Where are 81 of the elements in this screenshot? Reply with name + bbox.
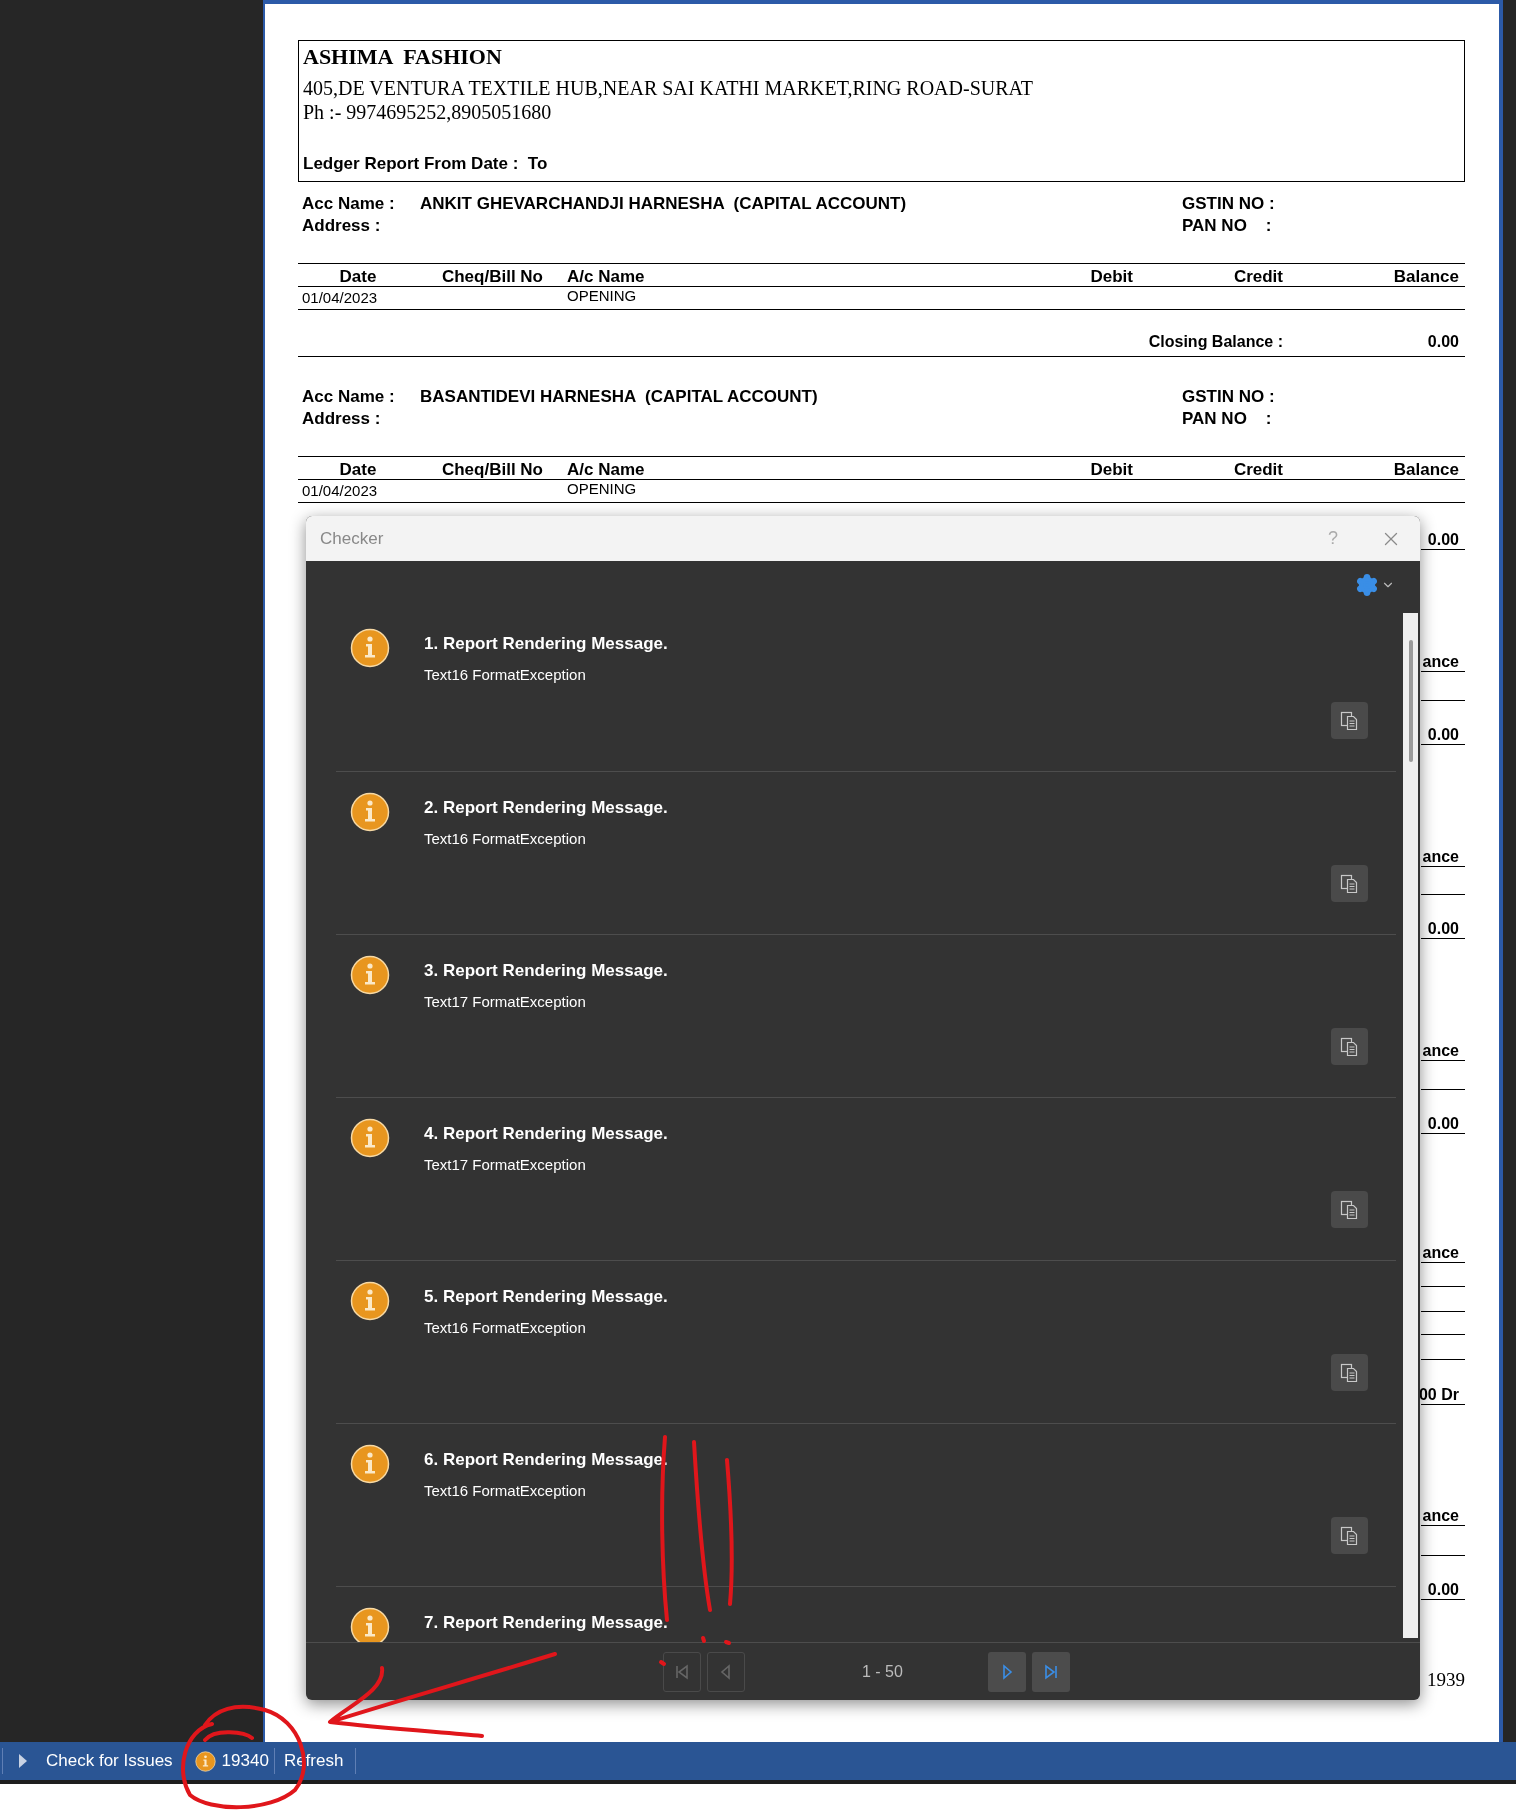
column-header: Debit: [1090, 459, 1133, 481]
info-icon: [194, 1750, 216, 1772]
table-cell: ance: [1422, 1506, 1459, 1525]
copy-button[interactable]: [1331, 1517, 1368, 1554]
column-header: Balance: [1393, 459, 1459, 481]
table-cell: 0.00: [1427, 530, 1459, 549]
last-page-button[interactable]: [1032, 1651, 1070, 1692]
table-cell-text: 01/04/2023: [302, 481, 378, 501]
check-for-issues-button[interactable]: Check for Issues: [46, 1748, 173, 1774]
column-header: Credit: [1233, 459, 1283, 481]
info-icon: [350, 628, 390, 668]
message-detail: Text16 FormatException: [424, 1482, 587, 1500]
field-label: Acc Name :: [302, 386, 396, 408]
field-label: Address :: [302, 215, 382, 237]
table-cell: 0.00: [1427, 1580, 1459, 1599]
info-icon: [350, 792, 390, 832]
info-icon: [350, 955, 390, 995]
message-detail: Text17 FormatException: [424, 993, 587, 1011]
column-header: A/c Name: [567, 459, 645, 481]
field-label: Acc Name :: [302, 193, 396, 215]
message-title: 5. Report Rendering Message.: [424, 1287, 668, 1307]
info-icon: [350, 1444, 390, 1484]
column-header: Cheq/Bill No: [441, 266, 543, 288]
field-label: Address :: [302, 408, 382, 430]
company-phone: Ph :- 9974695252,8905051680: [303, 100, 553, 124]
table-cell: 0.00: [1427, 919, 1459, 938]
column-header: Debit: [1090, 266, 1133, 288]
report-title: Ledger Report From Date : To: [303, 153, 549, 175]
page-range: 1 - 50: [862, 1661, 902, 1682]
field-label: PAN NO :: [1182, 408, 1273, 430]
copy-button[interactable]: [1331, 865, 1368, 902]
table-cell: 0.00: [1427, 1114, 1459, 1133]
message-title: 3. Report Rendering Message.: [424, 961, 668, 981]
column-header: Credit: [1233, 266, 1283, 288]
message-detail: Text17 FormatException: [424, 1156, 587, 1174]
account-name: ANKIT GHEVARCHANDJI HARNESHA (CAPITAL ACCOUNT): [420, 193, 908, 215]
field-label: GSTIN NO :: [1182, 193, 1276, 215]
scrollbar-track[interactable]: [1403, 613, 1418, 1638]
copy-button[interactable]: [1331, 1028, 1368, 1065]
info-icon: [350, 1281, 390, 1321]
column-header: Date: [339, 459, 377, 481]
closing-balance-label: Closing Balance :: [1148, 332, 1283, 352]
settings-dropdown[interactable]: [1355, 572, 1395, 597]
closing-balance-value: 0.00: [1427, 332, 1459, 352]
column-header: A/c Name: [567, 266, 645, 288]
message-title: 4. Report Rendering Message.: [424, 1124, 668, 1144]
field-label: PAN NO :: [1182, 215, 1273, 237]
table-cell-text: 01/04/2023: [302, 288, 378, 308]
column-header: Cheq/Bill No: [441, 459, 543, 481]
column-header: Balance: [1393, 266, 1459, 288]
message-title: 1. Report Rendering Message.: [424, 634, 668, 654]
message-detail: Text16 FormatException: [424, 666, 587, 684]
message-title: 2. Report Rendering Message.: [424, 798, 668, 818]
table-cell: OPENING: [567, 287, 637, 305]
issue-count[interactable]: 19340: [221, 1748, 269, 1774]
scrollbar-thumb[interactable]: [1408, 640, 1413, 762]
table-cell: ance: [1422, 1041, 1459, 1060]
dialog-title: Checker: [320, 527, 384, 550]
message-title: 7. Report Rendering Message.: [424, 1613, 668, 1633]
copy-button[interactable]: [1331, 702, 1368, 739]
copy-button[interactable]: [1331, 1191, 1368, 1228]
field-label: GSTIN NO :: [1182, 386, 1276, 408]
info-icon: [350, 1607, 390, 1642]
table-cell: OPENING: [567, 480, 637, 498]
table-cell: ance: [1422, 652, 1459, 671]
account-name: BASANTIDEVI HARNESHA (CAPITAL ACCOUNT): [420, 386, 819, 408]
message-detail: Text16 FormatException: [424, 830, 587, 848]
info-icon: [350, 1118, 390, 1158]
copy-button[interactable]: [1331, 1354, 1368, 1391]
settings-icon: [1355, 572, 1379, 597]
table-cell: 00 Dr: [1418, 1385, 1459, 1404]
table-cell: 0.00: [1427, 725, 1459, 744]
column-header: Date: [339, 266, 377, 288]
next-page-button[interactable]: [988, 1651, 1026, 1692]
table-cell: ance: [1422, 847, 1459, 866]
company-name: ASHIMA FASHION: [303, 44, 503, 70]
message-detail: Text16 FormatException: [424, 1319, 587, 1337]
company-address: 405,DE VENTURA TEXTILE HUB,NEAR SAI KATHI MARKET,RING ROAD-SURAT: [303, 76, 1034, 100]
expand-arrow-icon[interactable]: [18, 1754, 28, 1768]
table-cell: ance: [1422, 1243, 1459, 1262]
page-total: 1939: [1427, 1669, 1465, 1690]
